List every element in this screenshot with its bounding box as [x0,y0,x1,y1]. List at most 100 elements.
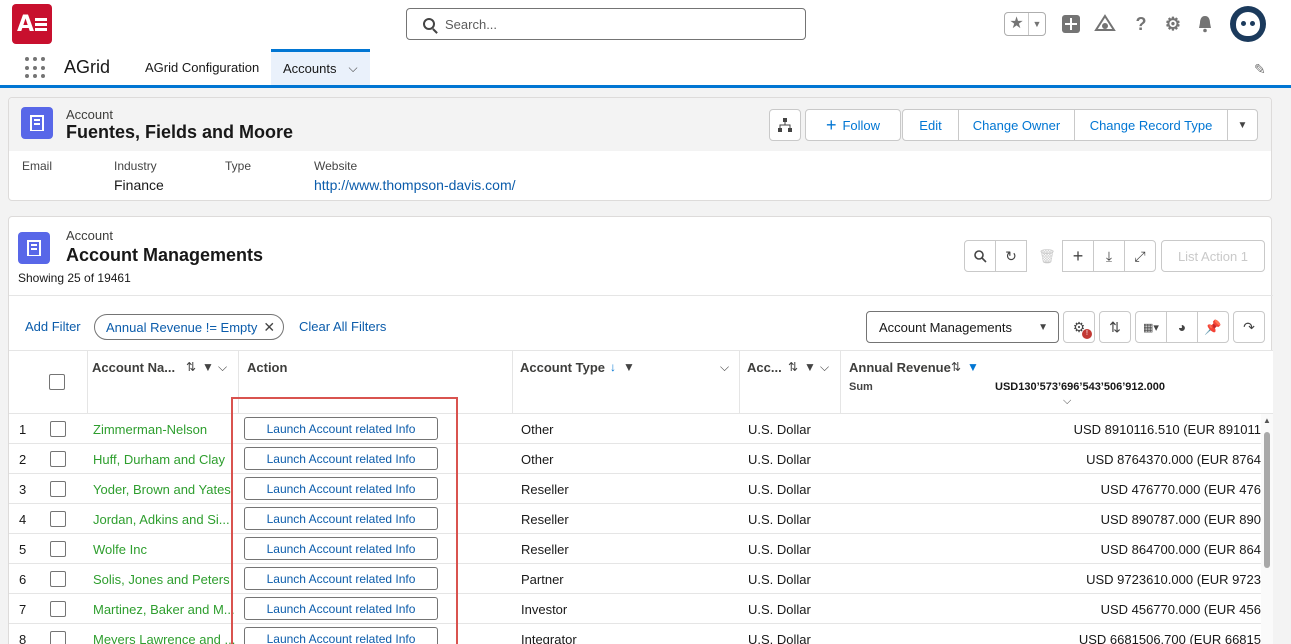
column-account-type[interactable]: Account Type ↓ ▼ ⌵ [513,351,740,414]
share-button[interactable]: ↷ [1233,311,1265,343]
row-checkbox[interactable] [50,481,66,497]
account-type-cell: Reseller [521,512,569,527]
help-icon[interactable]: ? [1130,13,1152,35]
hierarchy-button[interactable] [769,109,801,141]
scrollbar-thumb[interactable] [1264,432,1270,568]
select-all-checkbox[interactable] [49,374,65,390]
table-row[interactable]: 5 Wolfe Inc Launch Account related Info Res… [9,534,1261,564]
sort-icon[interactable]: ⇅ [788,360,798,374]
close-icon[interactable]: ✕ [263,319,275,336]
row-checkbox[interactable] [50,571,66,587]
account-name-link[interactable]: Martinez, Baker and M... [93,602,235,617]
launch-account-info-button[interactable]: Launch Account related Info [244,477,438,500]
launch-button-label: Launch Account related Info [266,451,416,466]
add-row-button[interactable]: + [1062,240,1094,272]
setup-assistant-icon[interactable] [1094,13,1116,35]
chevron-down-icon[interactable]: ⌵ [720,360,729,375]
account-name-link[interactable]: Solis, Jones and Peters [93,572,230,587]
global-search-input[interactable]: Search... [406,8,806,40]
launch-account-info-button[interactable]: Launch Account related Info [244,447,438,470]
vertical-scrollbar[interactable]: ▲ [1261,414,1273,644]
launch-button-label: Launch Account related Info [266,481,416,496]
more-actions-button[interactable]: ▼ [1227,109,1258,141]
column-currency[interactable]: Acc... ⇅ ▼ ⌵ [740,351,841,414]
add-filter-link[interactable]: Add Filter [25,319,81,334]
sort-icon[interactable]: ⇅ [186,360,196,374]
launch-account-info-button[interactable]: Launch Account related Info [244,537,438,560]
filter-pill[interactable]: Annual Revenue != Empty ✕ [94,314,285,340]
filter-icon[interactable]: ▼ [804,360,816,374]
search-grid-button[interactable] [964,240,996,272]
account-name-link[interactable]: Jordan, Adkins and Si... [93,512,230,527]
edit-nav-pencil-icon[interactable]: ✎ [1254,61,1266,78]
account-name-link[interactable]: Yoder, Brown and Yates [93,482,231,497]
notification-bell-icon[interactable] [1194,13,1216,35]
favorites-button-group[interactable]: ★ ▼ [1004,12,1046,36]
chevron-down-icon[interactable]: ⌵ [820,360,829,375]
launch-account-info-button[interactable]: Launch Account related Info [244,507,438,530]
change-owner-button[interactable]: Change Owner [958,109,1075,141]
user-avatar[interactable] [1230,6,1266,42]
column-settings-button[interactable]: ▦▾ [1135,311,1167,343]
app-launcher-icon[interactable] [25,57,47,79]
tab-agrid-configuration[interactable]: AGrid Configuration [145,49,259,85]
row-checkbox[interactable] [50,601,66,617]
row-checkbox[interactable] [50,451,66,467]
favorites-dropdown-icon[interactable]: ▼ [1029,19,1045,29]
export-button[interactable]: ⤓ [1093,240,1125,272]
row-checkbox[interactable] [50,631,66,644]
app-logo[interactable]: A [12,4,52,44]
sort-icon[interactable]: ⇅ [951,360,961,374]
pin-button[interactable]: 📌 [1197,311,1229,343]
column-action[interactable]: Action [239,351,513,414]
add-icon[interactable] [1060,13,1082,35]
row-checkbox[interactable] [50,511,66,527]
expand-button[interactable]: ⤢ [1124,240,1156,272]
table-row[interactable]: 1 Zimmerman-Nelson Launch Account related … [9,414,1261,444]
launch-account-info-button[interactable]: Launch Account related Info [244,417,438,440]
star-icon[interactable]: ★ [1005,13,1029,35]
launch-account-info-button[interactable]: Launch Account related Info [244,597,438,620]
column-label-annual-revenue: Annual Revenue [849,360,951,375]
list-action-button[interactable]: List Action 1 [1161,240,1265,272]
chevron-down-icon[interactable]: ⌵ [218,360,227,375]
refresh-button[interactable]: ↻ [995,240,1027,272]
follow-button[interactable]: + Follow [805,109,901,141]
account-name-link[interactable]: Huff, Durham and Clay [93,452,225,467]
account-type-cell: Other [521,422,554,437]
chart-button[interactable]: ◕ [1166,311,1198,343]
row-checkbox[interactable] [50,541,66,557]
column-account-name[interactable]: Account Na... ⇅ ▼ ⌵ [88,351,239,414]
row-checkbox[interactable] [50,421,66,437]
table-row[interactable]: 8 Meyers Lawrence and ... Launch Account r… [9,624,1261,644]
account-name-link[interactable]: Wolfe Inc [93,542,147,557]
filter-icon[interactable]: ▼ [202,360,214,374]
change-record-type-button[interactable]: Change Record Type [1074,109,1228,141]
delete-button[interactable]: 🗑 [1032,240,1062,272]
scroll-up-icon[interactable]: ▲ [1263,416,1271,425]
sort-descending-icon[interactable]: ↓ [610,360,616,374]
launch-account-info-button[interactable]: Launch Account related Info [244,627,438,644]
website-link[interactable]: http://www.thompson-davis.com/ [314,177,516,193]
account-name-link[interactable]: Zimmerman-Nelson [93,422,207,437]
table-row[interactable]: 3 Yoder, Brown and Yates Launch Account re… [9,474,1261,504]
launch-account-info-button[interactable]: Launch Account related Info [244,567,438,590]
view-settings-button[interactable]: ⚙ ! [1063,311,1095,343]
view-select[interactable]: Account Managements ▼ [866,311,1059,343]
currency-cell: U.S. Dollar [748,452,811,467]
table-row[interactable]: 6 Solis, Jones and Peters Launch Account r… [9,564,1261,594]
filter-active-icon[interactable]: ▼ [967,360,979,374]
edit-button[interactable]: Edit [902,109,959,141]
settings-icon[interactable]: ⚙ [1162,13,1184,35]
table-row[interactable]: 4 Jordan, Adkins and Si... Launch Account … [9,504,1261,534]
account-name-link[interactable]: Meyers Lawrence and ... [93,632,235,644]
record-count: Showing 25 of 19461 [18,271,131,285]
table-row[interactable]: 7 Martinez, Baker and M... Launch Account … [9,594,1261,624]
chevron-down-icon[interactable]: ⌵ [1063,395,1071,408]
chevron-down-icon[interactable]: ⌵ [348,61,357,76]
tab-accounts[interactable]: Accounts ⌵ [271,49,370,85]
sort-button[interactable]: ⇅ [1099,311,1131,343]
filter-icon[interactable]: ▼ [623,360,635,374]
table-row[interactable]: 2 Huff, Durham and Clay Launch Account rel… [9,444,1261,474]
clear-all-filters-link[interactable]: Clear All Filters [299,319,386,334]
